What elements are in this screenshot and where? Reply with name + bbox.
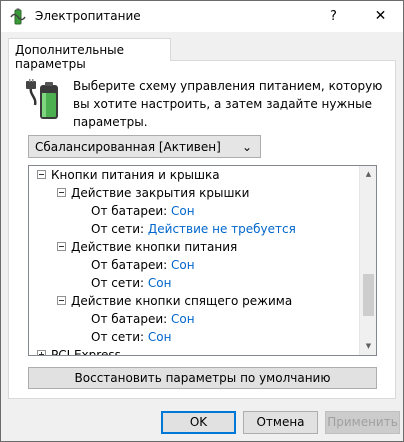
collapse-icon[interactable]	[57, 188, 66, 197]
battery-plug-icon	[26, 79, 58, 119]
setting-label: От сети:	[91, 222, 145, 236]
tree-item-power-button-action[interactable]: Действие кнопки питания	[71, 238, 237, 256]
window-title: Электропитание	[35, 9, 141, 23]
ok-button[interactable]: OK	[161, 411, 236, 434]
scroll-up-icon[interactable]: ▲	[360, 166, 376, 183]
power-plan-select-value: Сбалансированная [Активен]	[35, 140, 221, 154]
setting-label: От сети:	[91, 330, 145, 344]
collapse-icon[interactable]	[37, 170, 46, 179]
expand-icon[interactable]	[37, 350, 46, 355]
scroll-thumb[interactable]	[363, 274, 374, 316]
setting-label: От батареи:	[91, 204, 168, 218]
apply-button[interactable]: Применить	[325, 411, 400, 434]
tree-item-power-plugged[interactable]: От сети: Сон	[91, 274, 171, 292]
setting-value[interactable]: Сон	[171, 312, 195, 326]
title-bar[interactable]: Электропитание ? ✕	[1, 1, 403, 32]
restore-defaults-button[interactable]: Восстановить параметры по умолчанию	[28, 367, 377, 389]
scroll-down-icon[interactable]: ▼	[360, 338, 376, 355]
cancel-button[interactable]: Отмена	[243, 411, 318, 434]
help-button[interactable]: ?	[311, 1, 356, 32]
settings-tree[interactable]: Кнопки питания и крышка Действие закрыти…	[28, 165, 377, 356]
close-button[interactable]: ✕	[358, 1, 403, 32]
setting-value[interactable]: Действие не требуется	[148, 222, 296, 236]
setting-label: От батареи:	[91, 312, 168, 326]
setting-value[interactable]: Сон	[171, 204, 195, 218]
collapse-icon[interactable]	[57, 242, 66, 251]
setting-value[interactable]: Сон	[148, 276, 172, 290]
settings-tree-content: Кнопки питания и крышка Действие закрыти…	[29, 166, 360, 355]
tree-item-sleep-plugged[interactable]: От сети: Сон	[91, 328, 171, 346]
setting-label: От сети:	[91, 276, 145, 290]
power-options-window: Электропитание ? ✕ Дополнительные параме…	[0, 0, 404, 442]
tree-item-pci-express[interactable]: PCI Express	[51, 346, 121, 355]
tree-item-lid-plugged[interactable]: От сети: Действие не требуется	[91, 220, 296, 238]
setting-label: От батареи:	[91, 258, 168, 272]
tree-item-lid-battery[interactable]: От батареи: Сон	[91, 202, 195, 220]
tree-scrollbar[interactable]: ▲ ▼	[359, 166, 376, 355]
tree-item-power-battery[interactable]: От батареи: Сон	[91, 256, 195, 274]
setting-value[interactable]: Сон	[148, 330, 172, 344]
tree-item-lid-close-action[interactable]: Действие закрытия крышки	[71, 184, 249, 202]
instructions-text: Выберите схему управления питанием, кото…	[73, 79, 383, 129]
tree-item-sleep-battery[interactable]: От батареи: Сон	[91, 310, 195, 328]
setting-value[interactable]: Сон	[171, 258, 195, 272]
tree-item-power-buttons-lid[interactable]: Кнопки питания и крышка	[51, 166, 220, 184]
power-plan-select[interactable]: Сбалансированная [Активен] ⌄	[28, 135, 261, 158]
tab-advanced-settings[interactable]: Дополнительные параметры	[8, 38, 171, 71]
power-options-icon	[10, 8, 26, 25]
collapse-icon[interactable]	[57, 296, 66, 305]
tree-item-sleep-button-action[interactable]: Действие кнопки спящего режима	[71, 292, 292, 310]
chevron-down-icon: ⌄	[241, 140, 252, 154]
